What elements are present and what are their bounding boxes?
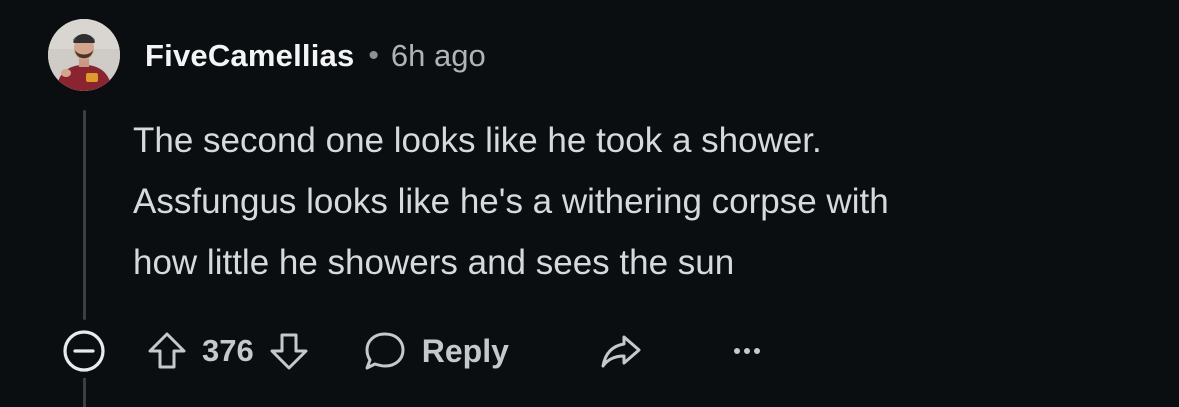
collapse-button[interactable] <box>58 325 110 377</box>
comment-body-line: Assfungus looks like he's a withering co… <box>133 182 889 221</box>
thread-line-continuation[interactable] <box>83 378 86 407</box>
meta-separator: • <box>368 39 379 72</box>
speech-bubble-icon <box>365 332 405 370</box>
timestamp: 6h ago <box>390 38 486 73</box>
username[interactable]: FiveCamellias <box>145 38 354 74</box>
avatar[interactable] <box>48 19 120 91</box>
share-button[interactable] <box>595 325 647 377</box>
more-options-button[interactable] <box>721 325 773 377</box>
arrow-up-icon <box>148 332 186 369</box>
user-avatar-icon <box>48 19 120 91</box>
downvote-button[interactable] <box>266 325 312 377</box>
thread-line[interactable] <box>83 110 86 320</box>
comment-body-line: The second one looks like he took a show… <box>133 121 822 160</box>
arrow-down-icon <box>270 333 308 370</box>
comment: FiveCamellias • 6h ago The second one lo… <box>0 0 1179 407</box>
comment-body-line: how little he showers and sees the sun <box>133 243 735 282</box>
share-arrow-icon <box>601 335 641 368</box>
upvote-button[interactable] <box>144 325 190 377</box>
comment-body: The second one looks like he took a show… <box>133 110 1133 293</box>
more-dots-icon <box>733 348 760 354</box>
minus-circle-icon <box>63 330 105 372</box>
comment-actions: 376 Reply <box>58 323 773 379</box>
vote-score: 376 <box>202 333 254 368</box>
comment-header: FiveCamellias • 6h ago <box>145 34 486 78</box>
reply-button[interactable]: Reply <box>362 329 509 373</box>
reply-label: Reply <box>421 332 509 369</box>
